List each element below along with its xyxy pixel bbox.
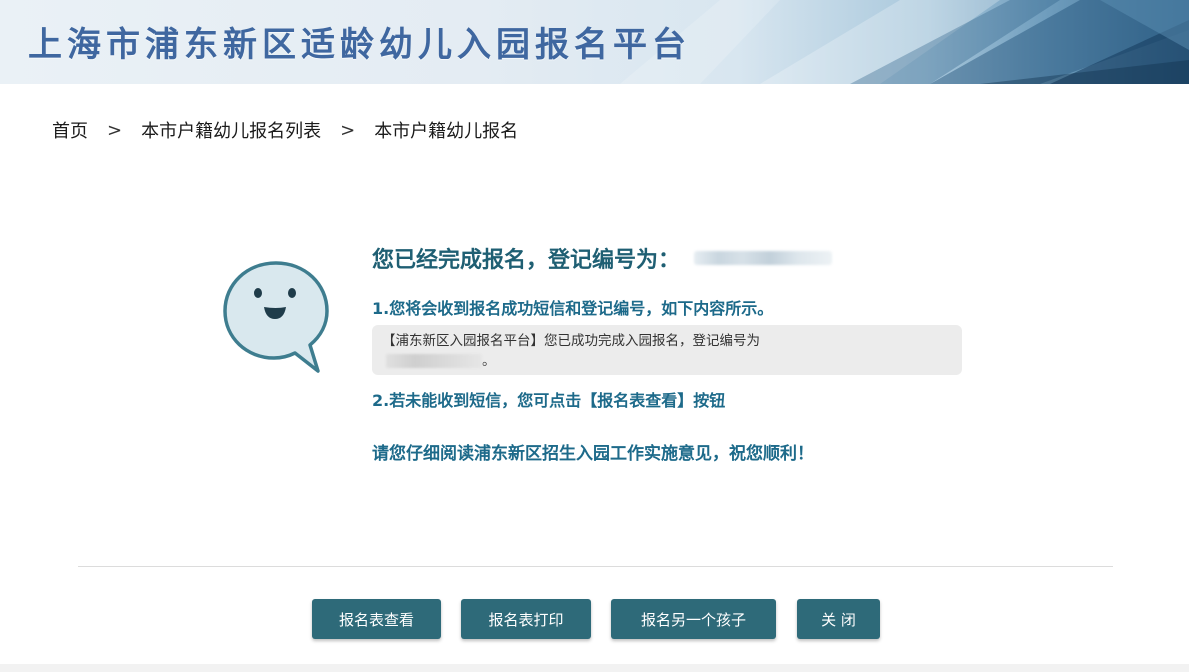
close-button[interactable]: 关 闭 <box>797 599 880 639</box>
redacted-registration-number <box>694 251 833 265</box>
breadcrumb-registration-list[interactable]: 本市户籍幼儿报名列表 <box>141 117 321 143</box>
success-message: 您已经完成报名，登记编号为： 1.您将会收到报名成功短信和登记编号，如下内容所示… <box>372 243 972 464</box>
page: 上海市浦东新区适龄幼儿入园报名平台 首页 > 本市户籍幼儿报名列表 > 本市户籍… <box>0 0 1189 672</box>
sms-text: 【浦东新区入园报名平台】您已成功完成入园报名，登记编号为 <box>382 333 760 349</box>
print-form-button[interactable]: 报名表打印 <box>461 599 591 639</box>
divider <box>78 566 1113 567</box>
sms-end: 。 <box>482 353 496 369</box>
success-title: 您已经完成报名，登记编号为： <box>372 243 972 273</box>
closing-note: 请您仔细阅读浦东新区招生入园工作实施意见，祝您顺利！ <box>372 444 814 464</box>
sms-line-2: 。 <box>382 351 952 371</box>
bottom-strip <box>0 664 1189 672</box>
sms-preview-box: 【浦东新区入园报名平台】您已成功完成入园报名，登记编号为 。 <box>372 325 962 375</box>
header-banner: 上海市浦东新区适龄幼儿入园报名平台 <box>0 0 1189 84</box>
register-another-child-button[interactable]: 报名另一个孩子 <box>611 599 776 639</box>
view-form-button[interactable]: 报名表查看 <box>312 599 441 639</box>
breadcrumb: 首页 > 本市户籍幼儿报名列表 > 本市户籍幼儿报名 <box>52 117 519 143</box>
instruction-line-2: 2.若未能收到短信，您可点击【报名表查看】按钮 <box>372 391 726 410</box>
breadcrumb-separator-icon: > <box>107 119 123 141</box>
breadcrumb-current: 本市户籍幼儿报名 <box>374 121 519 142</box>
breadcrumb-home[interactable]: 首页 <box>52 117 88 143</box>
instruction-line-1: 1.您将会收到报名成功短信和登记编号，如下内容所示。 <box>372 299 774 318</box>
smiley-speech-bubble-icon <box>223 261 329 373</box>
success-title-text: 您已经完成报名，登记编号为： <box>372 248 681 273</box>
redacted-sms-number <box>386 354 482 368</box>
site-title: 上海市浦东新区适龄幼儿入园报名平台 <box>28 25 691 65</box>
breadcrumb-separator-icon: > <box>340 119 356 141</box>
